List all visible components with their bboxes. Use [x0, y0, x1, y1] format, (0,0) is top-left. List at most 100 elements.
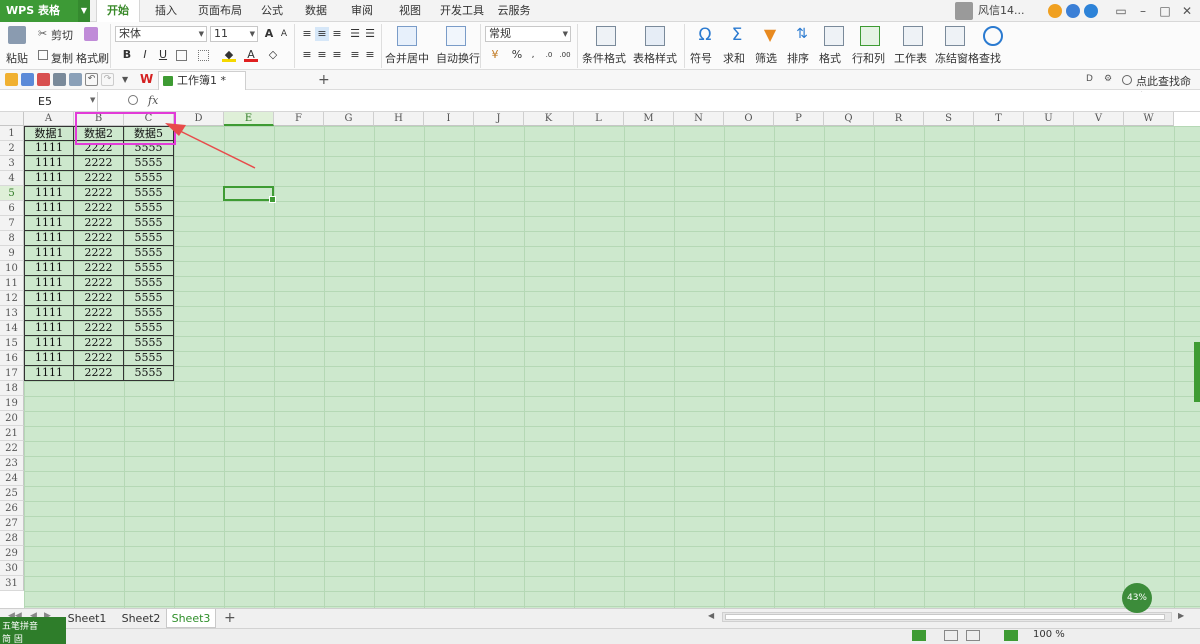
table-cell[interactable]: 5555: [124, 246, 174, 261]
normal-view-icon[interactable]: [912, 630, 926, 641]
cut-button[interactable]: 剪切: [51, 27, 73, 43]
thousands-icon[interactable]: ,: [526, 48, 540, 62]
row-header-31[interactable]: 31: [0, 576, 24, 591]
row-header-20[interactable]: 20: [0, 411, 24, 426]
redo-icon[interactable]: ↷: [101, 73, 114, 86]
row-header-19[interactable]: 19: [0, 396, 24, 411]
selected-cell[interactable]: [223, 186, 276, 203]
name-box[interactable]: E5: [0, 92, 98, 111]
font-color-icon[interactable]: A: [244, 48, 258, 62]
table-cell[interactable]: 2222: [74, 366, 124, 381]
table-cell[interactable]: 5555: [124, 171, 174, 186]
row-header-21[interactable]: 21: [0, 426, 24, 441]
indent-icon[interactable]: ☰: [348, 27, 362, 41]
table-cell[interactable]: 1111: [24, 351, 74, 366]
symbol-icon[interactable]: Ω: [695, 25, 715, 45]
table-cell[interactable]: 2222: [74, 216, 124, 231]
column-header-I[interactable]: I: [424, 112, 474, 126]
zoom-icon[interactable]: [128, 95, 138, 105]
worksheet-icon[interactable]: [903, 26, 923, 46]
row-header-27[interactable]: 27: [0, 516, 24, 531]
ime-toolbar[interactable]: 五笔拼音简 固: [0, 617, 66, 644]
row-header-9[interactable]: 9: [0, 246, 24, 261]
underline-button[interactable]: U: [156, 48, 170, 62]
table-cell[interactable]: 5555: [124, 291, 174, 306]
open-icon[interactable]: [5, 73, 18, 86]
column-header-L[interactable]: L: [574, 112, 624, 126]
wps-logo-icon[interactable]: W: [140, 73, 153, 86]
skin-icon[interactable]: [1048, 4, 1062, 18]
align-center-icon[interactable]: ≡: [315, 48, 329, 62]
column-header-H[interactable]: H: [374, 112, 424, 126]
row-header-25[interactable]: 25: [0, 486, 24, 501]
currency-icon[interactable]: ¥: [488, 48, 502, 62]
row-header-8[interactable]: 8: [0, 231, 24, 246]
table-cell[interactable]: 1111: [24, 291, 74, 306]
column-header-R[interactable]: R: [874, 112, 924, 126]
shirt-icon[interactable]: [1066, 4, 1080, 18]
row-header-4[interactable]: 4: [0, 171, 24, 186]
customize-dropdown-icon[interactable]: ▼: [122, 73, 135, 86]
undo-icon[interactable]: ↶: [85, 73, 98, 86]
align-top-icon[interactable]: ≡: [300, 27, 314, 41]
format-button[interactable]: 格式: [819, 50, 841, 66]
cell-border-icon[interactable]: [198, 50, 209, 61]
table-cell[interactable]: 1111: [24, 171, 74, 186]
table-cell[interactable]: 5555: [124, 201, 174, 216]
copy-button[interactable]: 复制: [51, 50, 73, 66]
row-col-button[interactable]: 行和列: [852, 50, 885, 66]
increase-decimal-icon[interactable]: .0: [542, 48, 556, 62]
column-header-G[interactable]: G: [324, 112, 374, 126]
column-header-M[interactable]: M: [624, 112, 674, 126]
restore-icon[interactable]: ▭: [1110, 0, 1132, 22]
table-cell[interactable]: 2222: [74, 171, 124, 186]
cell-area[interactable]: [24, 126, 1200, 608]
help-icon[interactable]: [1084, 4, 1098, 18]
table-cell[interactable]: 1111: [24, 321, 74, 336]
name-box-dropdown-icon[interactable]: ▼: [90, 96, 95, 104]
scroll-right-icon[interactable]: ▶: [1178, 611, 1184, 620]
table-cell[interactable]: 1111: [24, 201, 74, 216]
align-bottom-icon[interactable]: ≡: [330, 27, 344, 41]
table-cell[interactable]: 5555: [124, 231, 174, 246]
table-cell[interactable]: 1111: [24, 306, 74, 321]
sort-icon[interactable]: ⇅: [792, 26, 812, 46]
table-cell[interactable]: 5555: [124, 351, 174, 366]
column-header-U[interactable]: U: [1024, 112, 1074, 126]
save-icon[interactable]: [21, 73, 34, 86]
italic-button[interactable]: I: [138, 48, 152, 62]
row-header-3[interactable]: 3: [0, 156, 24, 171]
row-header-28[interactable]: 28: [0, 531, 24, 546]
table-cell[interactable]: 2222: [74, 186, 124, 201]
new-tab-icon[interactable]: +: [318, 71, 330, 89]
table-cell[interactable]: 2222: [74, 306, 124, 321]
conditional-format-button[interactable]: 条件格式: [582, 50, 626, 66]
align-middle-icon[interactable]: ≡: [315, 27, 329, 41]
column-header-Q[interactable]: Q: [824, 112, 874, 126]
row-header-13[interactable]: 13: [0, 306, 24, 321]
table-cell[interactable]: 1111: [24, 261, 74, 276]
row-header-15[interactable]: 15: [0, 336, 24, 351]
close-icon[interactable]: ✕: [1176, 0, 1198, 22]
row-header-29[interactable]: 29: [0, 546, 24, 561]
align-right-icon[interactable]: ≡: [330, 48, 344, 62]
column-header-S[interactable]: S: [924, 112, 974, 126]
column-header-J[interactable]: J: [474, 112, 524, 126]
horizontal-scrollbar[interactable]: [722, 612, 1172, 622]
bold-button[interactable]: B: [120, 48, 134, 62]
app-menu-dropdown-icon[interactable]: ▼: [78, 0, 90, 22]
filter-button[interactable]: 筛选: [755, 50, 777, 66]
table-cell[interactable]: 1111: [24, 276, 74, 291]
paste-button[interactable]: 粘贴: [6, 50, 28, 66]
print-preview-icon[interactable]: [69, 73, 82, 86]
sheet-tab-3[interactable]: Sheet3: [166, 609, 216, 628]
zoom-level[interactable]: 100 %: [1033, 629, 1065, 640]
format-painter-button[interactable]: 格式刷: [76, 50, 109, 66]
table-cell[interactable]: 5555: [124, 306, 174, 321]
side-panel-handle[interactable]: [1194, 342, 1200, 402]
row-header-18[interactable]: 18: [0, 381, 24, 396]
table-style-icon[interactable]: [645, 26, 665, 46]
font-shrink-icon[interactable]: A: [277, 27, 291, 41]
minimize-icon[interactable]: –: [1132, 0, 1154, 22]
document-tab[interactable]: 工作簿1 *: [158, 71, 246, 90]
